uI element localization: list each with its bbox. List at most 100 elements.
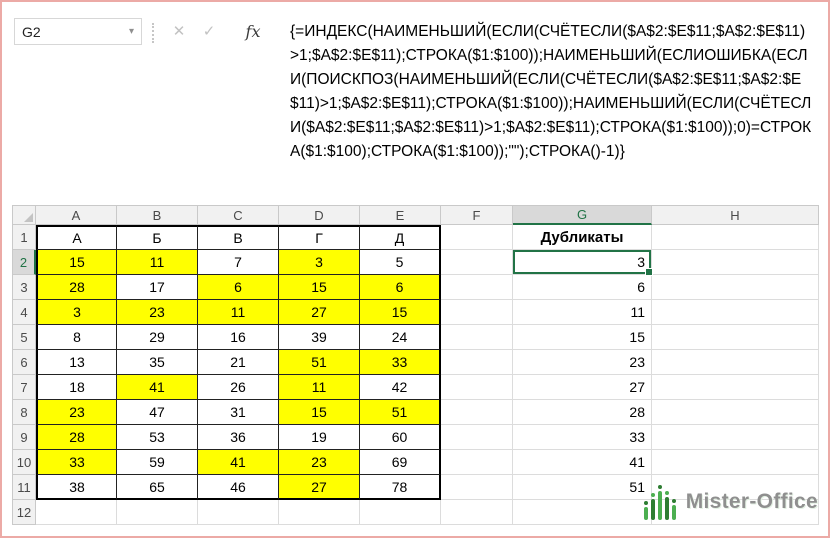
cell-A7[interactable]: 18 (36, 375, 117, 400)
cell-G9[interactable]: 33 (513, 425, 652, 450)
cell-F7[interactable] (441, 375, 513, 400)
cell-B8[interactable]: 47 (117, 400, 198, 425)
cell-B4[interactable]: 23 (117, 300, 198, 325)
cell-F10[interactable] (441, 450, 513, 475)
cell-A9[interactable]: 28 (36, 425, 117, 450)
cell-D3[interactable]: 15 (279, 275, 360, 300)
cell-A12[interactable] (36, 500, 117, 525)
cell-G7[interactable]: 27 (513, 375, 652, 400)
cell-C6[interactable]: 21 (198, 350, 279, 375)
row-header-12[interactable]: 12 (12, 500, 36, 525)
formula-bar-input[interactable]: {=ИНДЕКС(НАИМЕНЬШИЙ(ЕСЛИ(СЧЁТЕСЛИ($A$2:$… (290, 20, 820, 164)
row-header-11[interactable]: 11 (12, 475, 36, 500)
cell-H3[interactable] (652, 275, 819, 300)
row-header-6[interactable]: 6 (12, 350, 36, 375)
cell-E4[interactable]: 15 (360, 300, 441, 325)
cell-G3[interactable]: 6 (513, 275, 652, 300)
cell-E6[interactable]: 33 (360, 350, 441, 375)
cell-H7[interactable] (652, 375, 819, 400)
cell-H6[interactable] (652, 350, 819, 375)
cell-E10[interactable]: 69 (360, 450, 441, 475)
column-header-e[interactable]: E (360, 205, 441, 225)
column-header-d[interactable]: D (279, 205, 360, 225)
row-header-7[interactable]: 7 (12, 375, 36, 400)
cell-E8[interactable]: 51 (360, 400, 441, 425)
cell-D2[interactable]: 3 (279, 250, 360, 275)
row-header-4[interactable]: 4 (12, 300, 36, 325)
column-header-h[interactable]: H (652, 205, 819, 225)
cell-B6[interactable]: 35 (117, 350, 198, 375)
cell-E2[interactable]: 5 (360, 250, 441, 275)
cell-B2[interactable]: 11 (117, 250, 198, 275)
select-all-button[interactable] (12, 205, 36, 225)
cell-C7[interactable]: 26 (198, 375, 279, 400)
cell-F11[interactable] (441, 475, 513, 500)
cell-H10[interactable] (652, 450, 819, 475)
column-header-g[interactable]: G (513, 205, 652, 225)
cell-E1[interactable]: Д (360, 225, 441, 250)
cell-D8[interactable]: 15 (279, 400, 360, 425)
column-header-f[interactable]: F (441, 205, 513, 225)
cell-D5[interactable]: 39 (279, 325, 360, 350)
column-header-c[interactable]: C (198, 205, 279, 225)
cell-G4[interactable]: 11 (513, 300, 652, 325)
cell-E5[interactable]: 24 (360, 325, 441, 350)
cell-A11[interactable]: 38 (36, 475, 117, 500)
cell-G10[interactable]: 41 (513, 450, 652, 475)
name-box[interactable]: G2 ▾ (14, 18, 142, 45)
cell-B10[interactable]: 59 (117, 450, 198, 475)
cell-A1[interactable]: А (36, 225, 117, 250)
cell-A4[interactable]: 3 (36, 300, 117, 325)
enter-icon[interactable]: ✓ (194, 22, 224, 40)
row-header-10[interactable]: 10 (12, 450, 36, 475)
cell-D4[interactable]: 27 (279, 300, 360, 325)
cell-F8[interactable] (441, 400, 513, 425)
cell-B11[interactable]: 65 (117, 475, 198, 500)
cell-B9[interactable]: 53 (117, 425, 198, 450)
formula-bar-grip-icon[interactable] (152, 23, 156, 43)
row-header-3[interactable]: 3 (12, 275, 36, 300)
cell-C9[interactable]: 36 (198, 425, 279, 450)
cell-F9[interactable] (441, 425, 513, 450)
cell-G12[interactable] (513, 500, 652, 525)
cell-B5[interactable]: 29 (117, 325, 198, 350)
cell-C11[interactable]: 46 (198, 475, 279, 500)
cell-H9[interactable] (652, 425, 819, 450)
cell-H5[interactable] (652, 325, 819, 350)
cell-E3[interactable]: 6 (360, 275, 441, 300)
cell-E7[interactable]: 42 (360, 375, 441, 400)
cell-F2[interactable] (441, 250, 513, 275)
cell-B7[interactable]: 41 (117, 375, 198, 400)
cell-C10[interactable]: 41 (198, 450, 279, 475)
cell-D12[interactable] (279, 500, 360, 525)
column-header-a[interactable]: A (36, 205, 117, 225)
cancel-icon[interactable]: ✕ (164, 22, 194, 40)
cell-C4[interactable]: 11 (198, 300, 279, 325)
cell-D10[interactable]: 23 (279, 450, 360, 475)
cell-F4[interactable] (441, 300, 513, 325)
cell-C5[interactable]: 16 (198, 325, 279, 350)
cell-D6[interactable]: 51 (279, 350, 360, 375)
cell-C1[interactable]: В (198, 225, 279, 250)
row-header-1[interactable]: 1 (12, 225, 36, 250)
cell-C3[interactable]: 6 (198, 275, 279, 300)
cell-A2[interactable]: 15 (36, 250, 117, 275)
cell-H2[interactable] (652, 250, 819, 275)
cell-F5[interactable] (441, 325, 513, 350)
cell-H1[interactable] (652, 225, 819, 250)
cell-B1[interactable]: Б (117, 225, 198, 250)
row-header-5[interactable]: 5 (12, 325, 36, 350)
cell-B12[interactable] (117, 500, 198, 525)
row-header-9[interactable]: 9 (12, 425, 36, 450)
cell-D11[interactable]: 27 (279, 475, 360, 500)
insert-function-icon[interactable]: fx (238, 22, 268, 41)
cell-F6[interactable] (441, 350, 513, 375)
row-header-2[interactable]: 2 (12, 250, 36, 275)
cell-G8[interactable]: 28 (513, 400, 652, 425)
cell-G11[interactable]: 51 (513, 475, 652, 500)
cell-E12[interactable] (360, 500, 441, 525)
cell-A6[interactable]: 13 (36, 350, 117, 375)
cell-D7[interactable]: 11 (279, 375, 360, 400)
name-box-dropdown-icon[interactable]: ▾ (129, 26, 134, 37)
cell-C2[interactable]: 7 (198, 250, 279, 275)
